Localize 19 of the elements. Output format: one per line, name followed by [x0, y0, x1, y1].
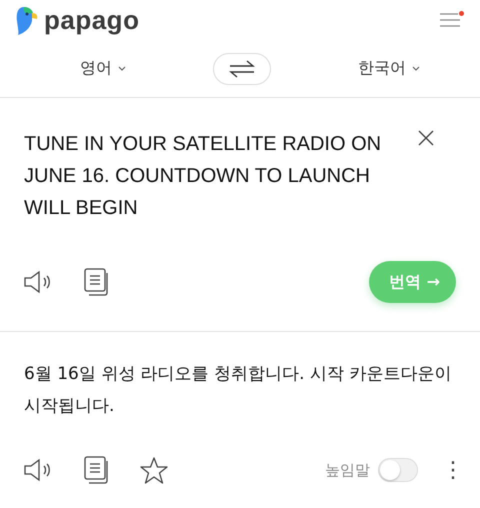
- copy-icon: [84, 268, 110, 296]
- source-language-select[interactable]: 영어: [80, 58, 126, 79]
- more-options-button[interactable]: ⋮: [442, 458, 456, 482]
- chevron-down-icon: [412, 66, 420, 72]
- honorific-toggle[interactable]: [378, 458, 418, 482]
- close-icon: [418, 130, 434, 146]
- chevron-down-icon: [118, 66, 126, 72]
- swap-icon: [229, 60, 255, 78]
- translated-text: 6월 16일 위성 라디오를 청취합니다. 시작 카운트다운이 시작됩니다.: [24, 363, 452, 418]
- swap-languages-button[interactable]: [213, 52, 271, 84]
- copy-icon: [84, 456, 110, 484]
- parrot-logo-icon: [16, 5, 38, 35]
- brand-name: papago: [44, 4, 140, 36]
- star-icon[interactable]: [140, 456, 168, 484]
- target-language-select[interactable]: 한국어: [358, 58, 420, 79]
- copy-button[interactable]: [84, 268, 110, 296]
- copy-button[interactable]: [84, 456, 110, 484]
- source-text: TUNE IN YOUR SATELLITE RADIO ON JUNE 16. COUNTDOWN TO LAUNCH WILL BEGIN: [24, 132, 382, 221]
- honorific-label: 높임말: [325, 460, 370, 480]
